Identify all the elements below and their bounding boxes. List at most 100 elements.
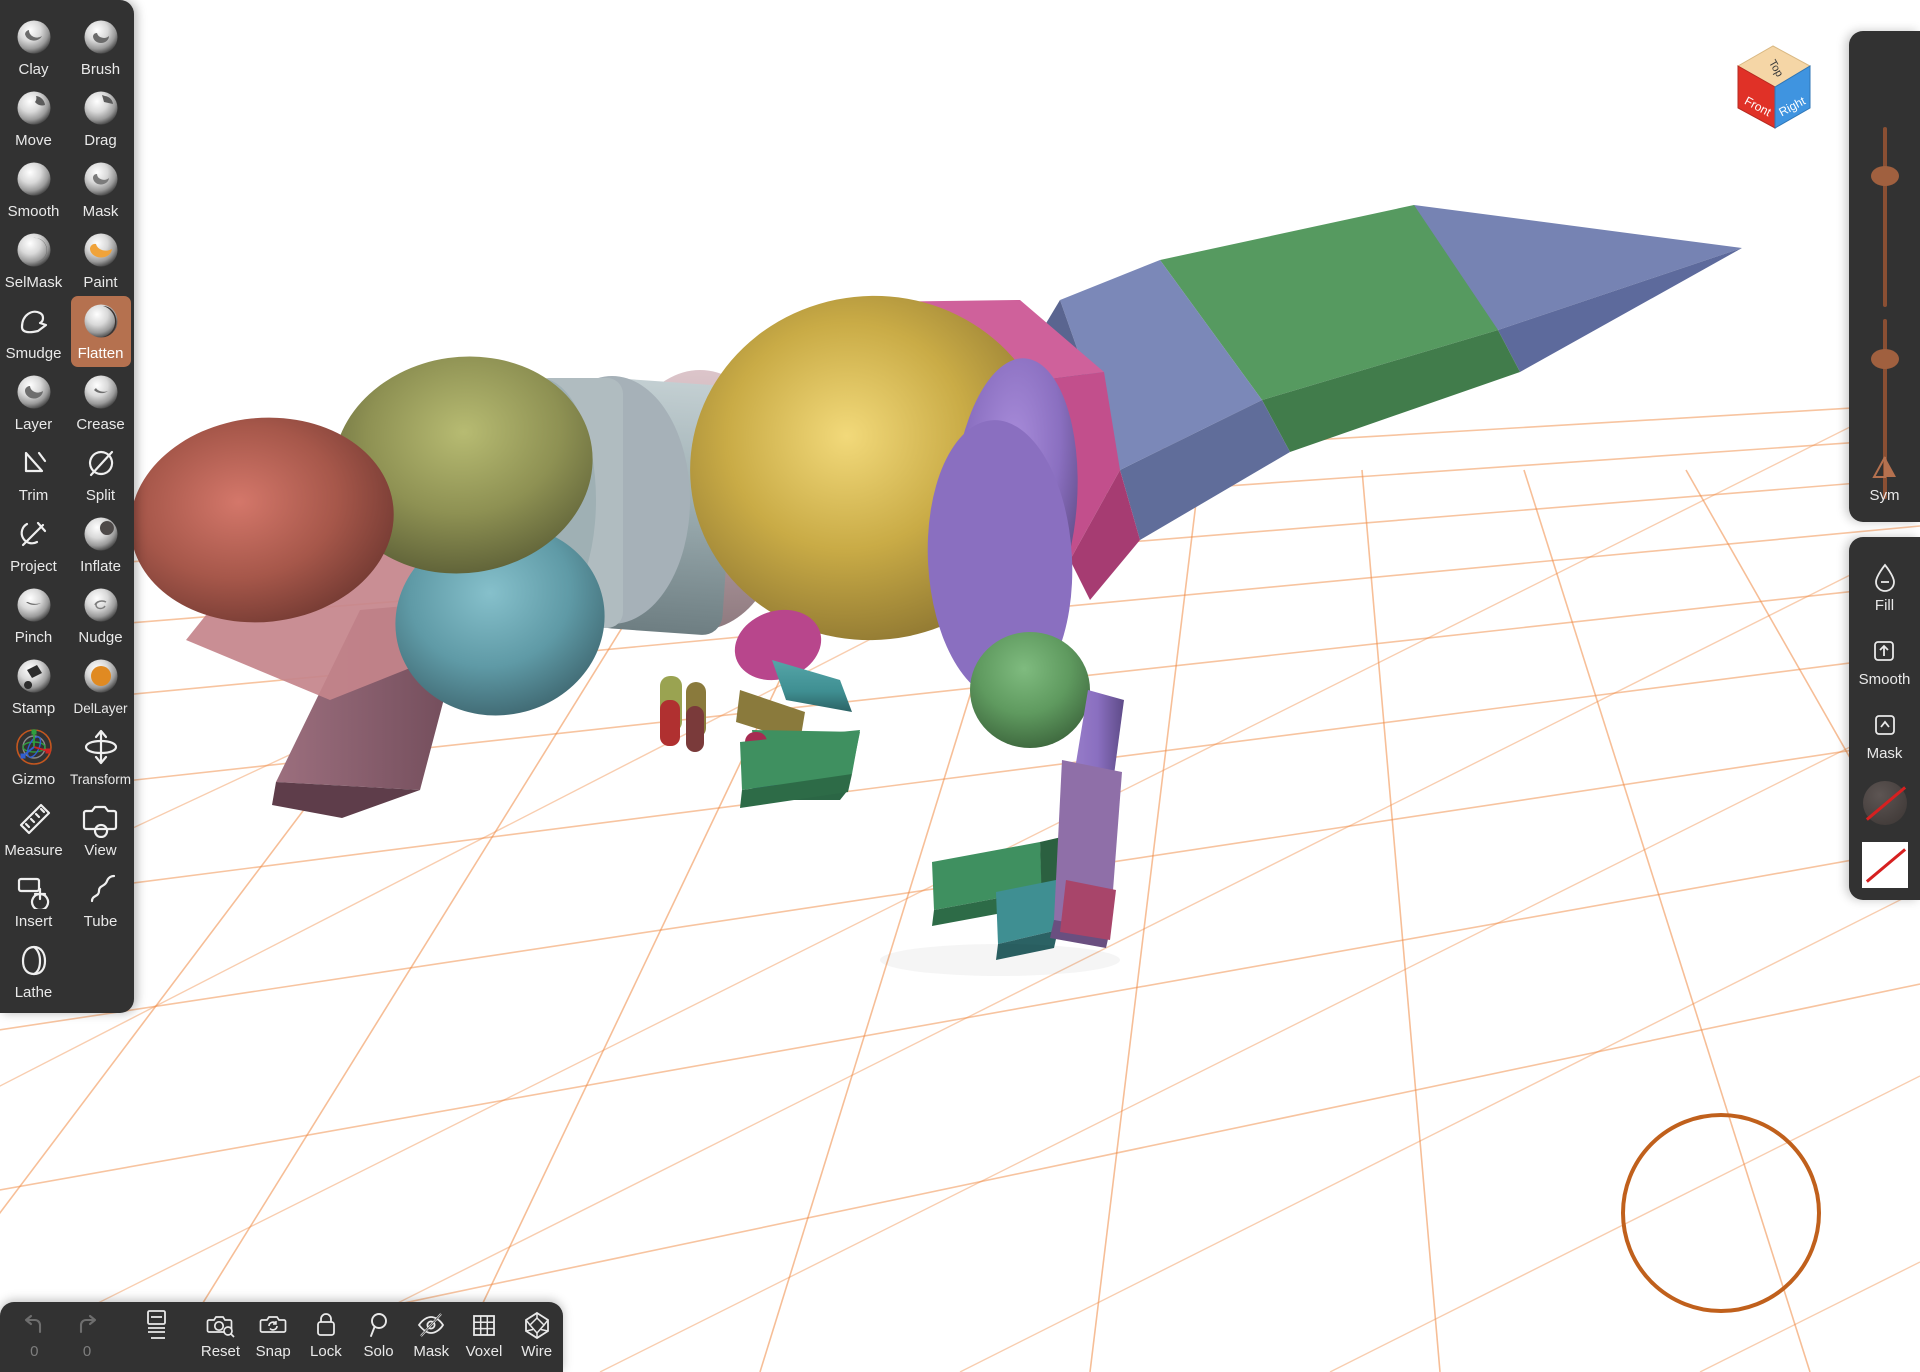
tool-paint[interactable]: Paint (71, 225, 131, 296)
reset-button[interactable]: Reset (194, 1308, 247, 1361)
mask-toggle-button[interactable]: Mask (405, 1308, 458, 1361)
magnifier-solo-icon (365, 1308, 393, 1342)
viewport-canvas[interactable] (0, 0, 1920, 1372)
tool-smudge[interactable]: Smudge (4, 296, 64, 367)
stamp-brush-icon (13, 655, 55, 697)
model-dinosaur-blockout[interactable] (120, 205, 1742, 960)
tool-crease[interactable]: Crease (71, 367, 131, 438)
mask-toggle-label: Mask (413, 1342, 449, 1361)
model-part-thigh (970, 632, 1090, 748)
tool-trim[interactable]: Trim (4, 438, 64, 509)
mask-brush-icon (80, 158, 122, 200)
tool-label: Paint (83, 273, 117, 293)
mask-button[interactable]: Mask (1867, 707, 1903, 764)
inflate-brush-icon (80, 513, 122, 555)
tool-label: Clay (18, 60, 48, 80)
fill-droplet-icon (1872, 559, 1898, 595)
tool-pinch[interactable]: Pinch (4, 580, 64, 651)
redo-button[interactable]: 0 (61, 1308, 114, 1361)
tool-dellayer[interactable]: DelLayer (71, 651, 131, 722)
tool-selmask[interactable]: SelMask (4, 225, 64, 296)
selmask-brush-icon (13, 229, 55, 271)
undo-button[interactable]: 0 (8, 1308, 61, 1361)
smooth-up-arrow-icon (1871, 633, 1897, 669)
brush-settings-panel: Sym (1849, 31, 1920, 522)
fill-button[interactable]: Fill (1872, 559, 1898, 616)
tool-smooth[interactable]: Smooth (4, 154, 64, 225)
smooth-button[interactable]: Smooth (1859, 633, 1911, 690)
tool-label: Mask (83, 202, 119, 222)
tool-label: Pinch (15, 628, 53, 648)
tool-split[interactable]: Split (71, 438, 131, 509)
bottom-toolbar: 0 0 (0, 1302, 563, 1372)
tool-label: Layer (15, 415, 53, 435)
tool-label: Transform (70, 770, 131, 790)
tool-label: DelLayer (73, 699, 127, 719)
voxel-button[interactable]: Voxel (458, 1308, 511, 1361)
tool-grid: Clay Brush Move Drag Smooth Mask SelMask Paint S… (0, 12, 134, 1006)
voxel-grid-icon (470, 1308, 498, 1342)
tool-label: Tube (84, 912, 118, 932)
lock-button[interactable]: Lock (300, 1308, 353, 1361)
lock-label: Lock (310, 1342, 342, 1361)
clay-brush-icon (13, 16, 55, 58)
tool-insert[interactable]: Insert (4, 864, 64, 935)
symmetry-icon (1871, 449, 1899, 485)
tool-mask[interactable]: Mask (71, 154, 131, 225)
tool-gizmo[interactable]: Gizmo (4, 722, 64, 793)
camera-reset-icon (205, 1308, 235, 1342)
wire-label: Wire (521, 1342, 552, 1361)
ruler-icon (13, 797, 55, 839)
tool-label: Insert (15, 912, 53, 932)
viewport-3d[interactable] (0, 0, 1920, 1372)
tool-flatten[interactable]: Flatten (71, 296, 131, 367)
mask-chevron-icon (1872, 707, 1898, 743)
tool-measure[interactable]: Measure (4, 793, 64, 864)
tool-label: Nudge (78, 628, 122, 648)
pinch-brush-icon (13, 584, 55, 626)
tool-clay[interactable]: Clay (4, 12, 64, 83)
snap-button[interactable]: Snap (247, 1308, 300, 1361)
model-part-foot-rear (932, 836, 1068, 960)
tool-label: Flatten (78, 344, 124, 364)
tool-label: SelMask (5, 273, 63, 293)
tool-move[interactable]: Move (4, 83, 64, 154)
wire-button[interactable]: Wire (510, 1308, 563, 1361)
tool-inflate[interactable]: Inflate (71, 509, 131, 580)
layer-brush-icon (13, 371, 55, 413)
crease-brush-icon (80, 371, 122, 413)
tool-view[interactable]: View (71, 793, 131, 864)
tool-brush[interactable]: Brush (71, 12, 131, 83)
undo-count: 0 (30, 1342, 38, 1361)
symmetry-label: Sym (1870, 486, 1900, 506)
redo-count: 0 (83, 1342, 91, 1361)
tool-label: Trim (19, 486, 48, 506)
tool-lathe[interactable]: Lathe (4, 935, 64, 1006)
tool-transform[interactable]: Transform (71, 722, 131, 793)
tool-project[interactable]: Project (4, 509, 64, 580)
tool-drag[interactable]: Drag (71, 83, 131, 154)
dellayer-brush-icon (80, 655, 122, 697)
layers-icon (141, 1308, 171, 1342)
symmetry-toggle[interactable]: Sym (1849, 449, 1920, 506)
solo-button[interactable]: Solo (352, 1308, 405, 1361)
tool-label: Project (10, 557, 57, 577)
tool-tube[interactable]: Tube (71, 864, 131, 935)
tool-nudge[interactable]: Nudge (71, 580, 131, 651)
solo-label: Solo (364, 1342, 394, 1361)
tool-label: Split (86, 486, 115, 506)
tool-stamp[interactable]: Stamp (4, 651, 64, 722)
tool-label: Stamp (12, 699, 55, 719)
project-icon (13, 513, 55, 555)
tube-icon (80, 868, 122, 910)
color-swatch[interactable] (1862, 842, 1908, 888)
left-tool-palette: Clay Brush Move Drag Smooth Mask SelMask Paint S… (0, 0, 134, 1013)
material-sphere-swatch[interactable] (1863, 781, 1907, 825)
layers-button[interactable] (129, 1308, 182, 1342)
gizmo-icon (13, 726, 55, 768)
tool-label: Drag (84, 131, 117, 151)
tool-layer[interactable]: Layer (4, 367, 64, 438)
nudge-brush-icon (80, 584, 122, 626)
view-cube[interactable]: Top Front Right (1718, 28, 1828, 138)
tool-label: Brush (81, 60, 120, 80)
